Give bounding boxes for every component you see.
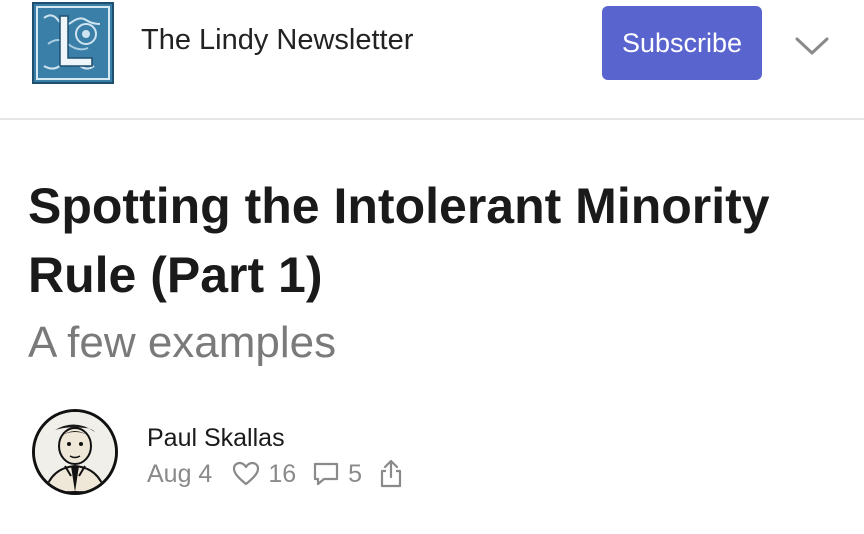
publication-logo[interactable]: [32, 2, 114, 84]
share-icon[interactable]: [378, 459, 404, 489]
article-title: Spotting the Intolerant Minority Rule (P…: [28, 178, 770, 303]
comment-count: 5: [348, 459, 363, 488]
article-subtitle: A few examples: [28, 318, 337, 367]
like-count: 16: [268, 459, 297, 488]
chevron-down-icon[interactable]: [792, 28, 832, 64]
illuminated-letter-icon: [34, 4, 112, 82]
subscribe-button[interactable]: Subscribe: [602, 6, 762, 80]
author-portrait-icon: [35, 412, 115, 492]
comment-icon[interactable]: [312, 461, 340, 487]
publication-name[interactable]: The Lindy Newsletter: [141, 24, 413, 57]
post-date: Aug 4: [147, 459, 213, 488]
post-meta: Aug 4 16 5: [147, 458, 404, 490]
author-name[interactable]: Paul Skallas: [147, 424, 285, 453]
heart-icon[interactable]: [232, 461, 260, 487]
top-bar: The Lindy Newsletter Subscribe: [0, 0, 864, 120]
author-avatar[interactable]: [32, 409, 118, 495]
